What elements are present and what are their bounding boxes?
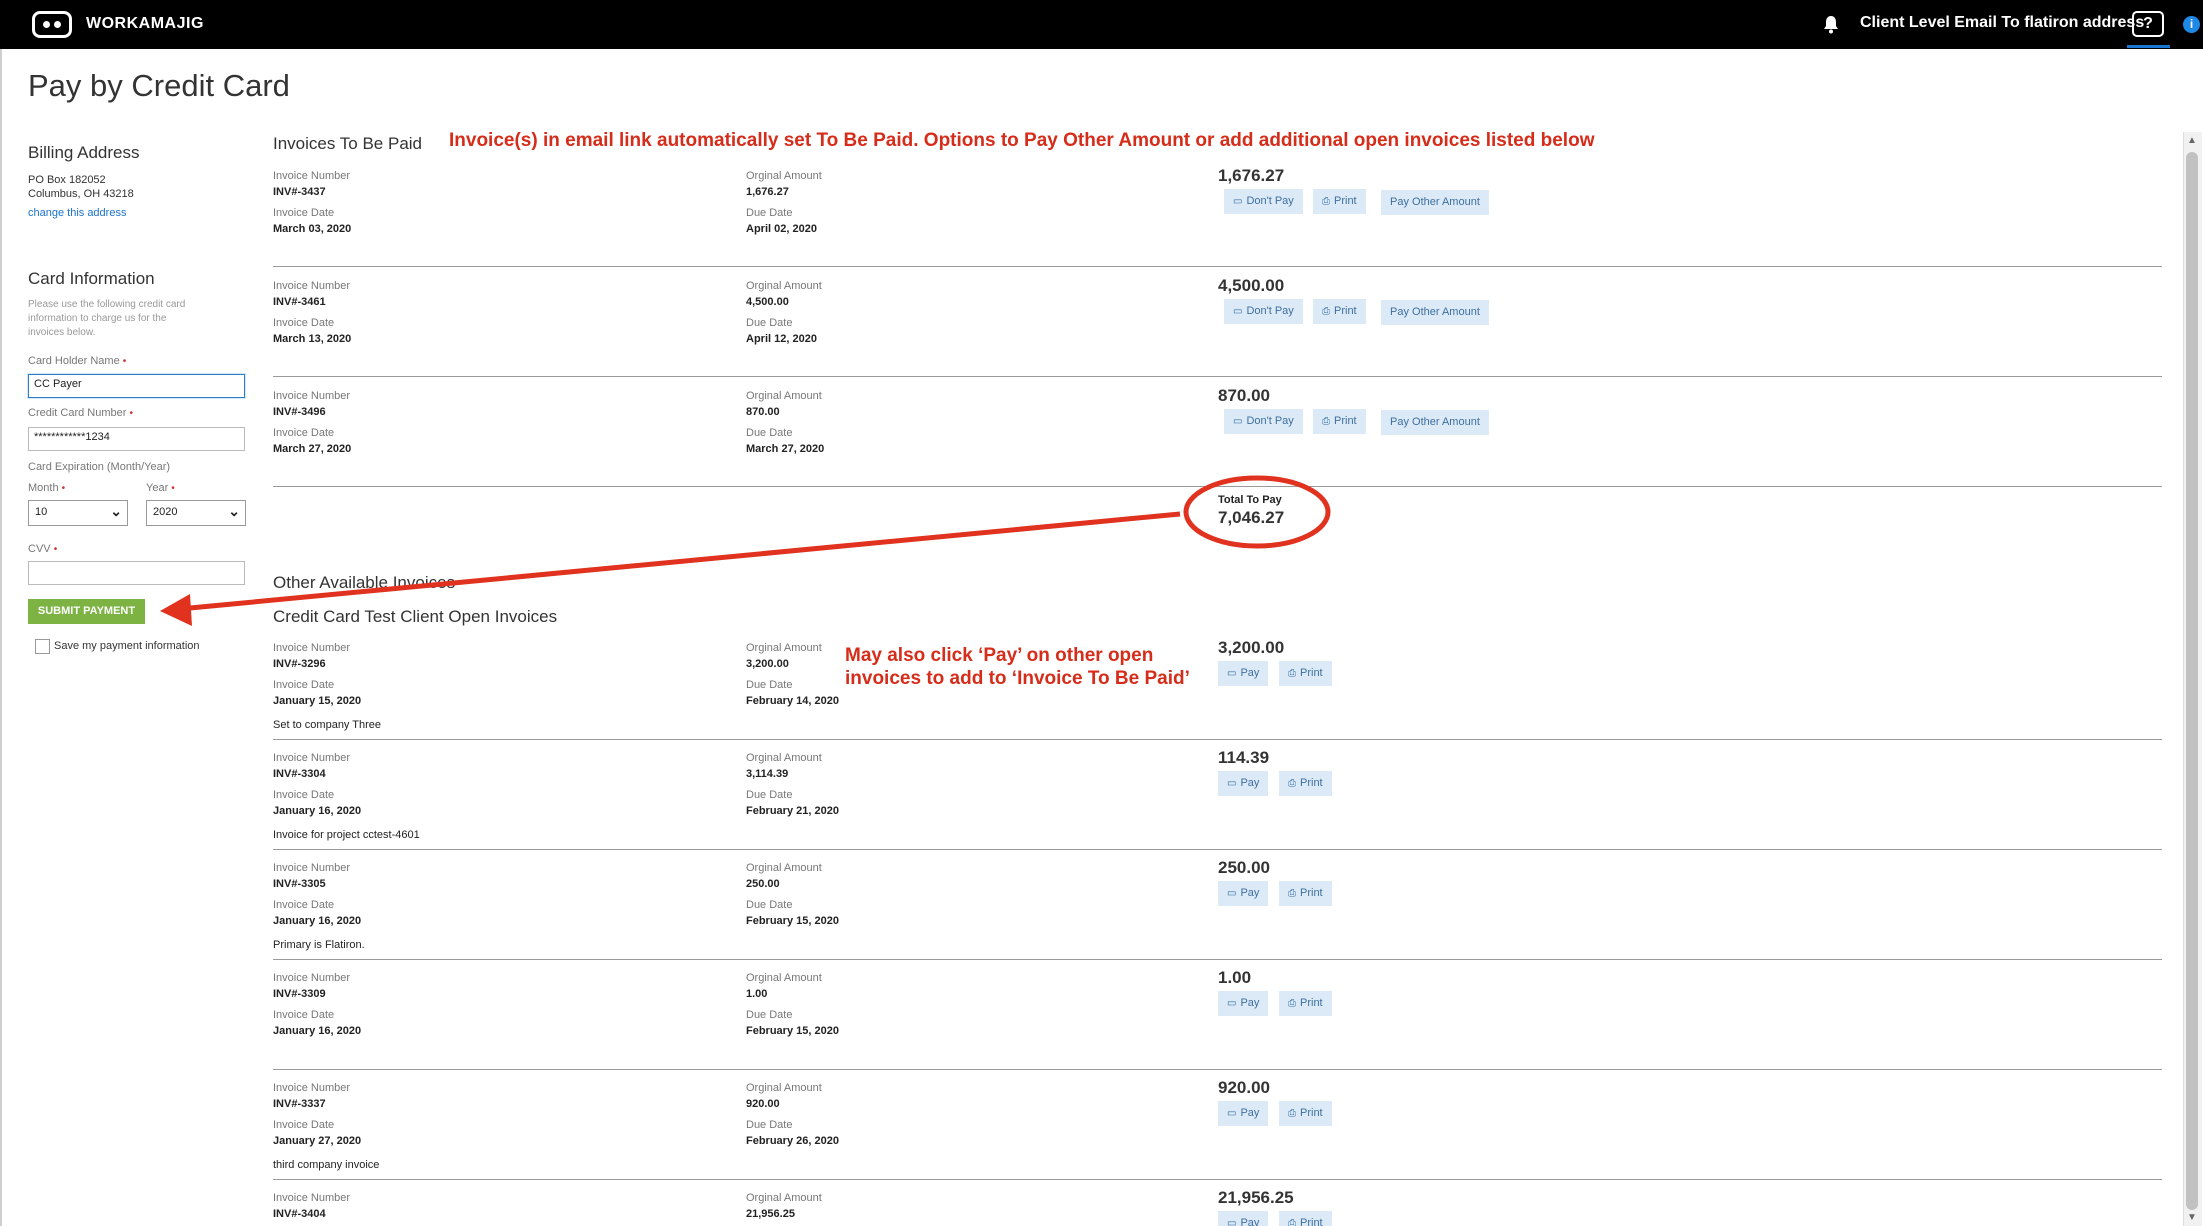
annotation-arrow-line [189,511,1181,611]
annotation-overlay [160,475,1331,626]
annotation-arrow-head [160,594,192,626]
total-highlight-circle [1183,475,1331,549]
